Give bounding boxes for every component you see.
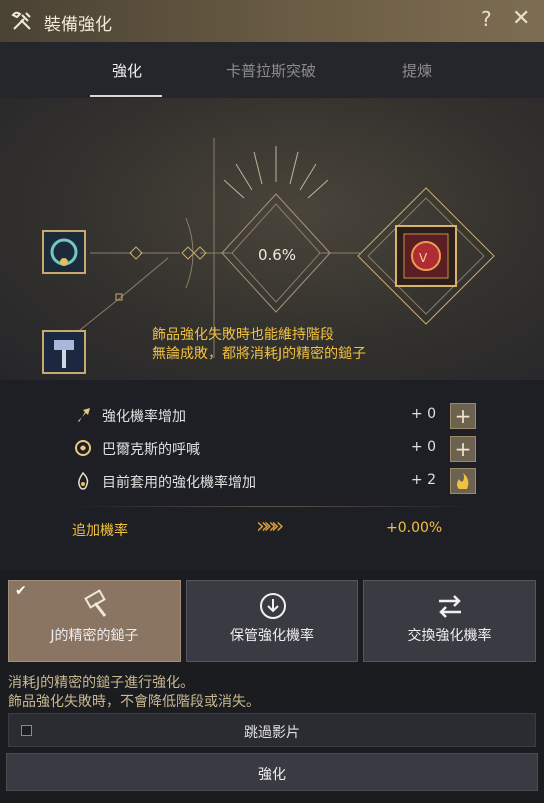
option-store-rate-label: 保管強化機率	[230, 628, 314, 644]
success-rate: 0.6%	[257, 246, 297, 264]
tab-bar: 強化 卡普拉斯突破 提煉	[0, 42, 544, 98]
description-line-1: 消耗J的精密的鎚子進行強化。	[8, 675, 195, 691]
option-store-rate[interactable]: 保管強化機率	[186, 580, 358, 662]
tab-enhance[interactable]: 強化	[112, 60, 142, 81]
option-swap-rate-label: 交換強化機率	[407, 628, 492, 644]
close-button[interactable]: ✕	[512, 6, 530, 31]
bonus-value-applied-increase: + 2	[410, 472, 436, 488]
svg-text:V: V	[419, 251, 428, 265]
tab-caphras-breakthrough[interactable]: 卡普拉斯突破	[226, 60, 316, 81]
add-valks-cry-button[interactable]: +	[450, 436, 476, 462]
option-precise-hammer-label: J的精密的鎚子	[50, 628, 139, 644]
enhance-button[interactable]: 強化	[6, 753, 538, 791]
enhance-button-label: 強化	[258, 767, 286, 783]
hammer-icon	[84, 589, 107, 617]
checkmark-icon: ✔	[15, 583, 27, 599]
enhancement-notice: 飾品強化失敗時也能維持階段 無論成敗，都將消耗J的精密的鎚子	[152, 326, 366, 364]
notice-line-2: 無論成敗，都將消耗J的精密的鎚子	[152, 346, 367, 362]
chevron-right-icon: »»»	[256, 514, 284, 539]
tab-refine[interactable]: 提煉	[402, 60, 432, 81]
flame-icon	[78, 472, 89, 490]
swap-arrows-icon	[439, 595, 461, 618]
stack-icon[interactable]	[450, 468, 476, 494]
bonus-value-valks-cry: + 0	[410, 439, 436, 455]
bonus-label-rate-increase: 強化機率增加	[102, 409, 186, 425]
description-line-2: 飾品強化失敗時，不會降低階段或消失。	[8, 694, 260, 710]
bonus-label-applied-increase: 目前套用的強化機率增加	[102, 475, 256, 491]
download-circle-icon	[260, 593, 286, 619]
option-swap-rate[interactable]: 交換強化機率	[363, 580, 536, 662]
bonus-value-rate-increase: + 0	[410, 406, 436, 422]
total-divider	[70, 506, 476, 507]
bonus-label-valks-cry: 巴爾克斯的呼喊	[102, 442, 200, 458]
total-bonus-label: 追加機率	[72, 523, 128, 539]
necklace-item-icon[interactable]	[42, 230, 86, 274]
crossed-tools-icon	[11, 11, 31, 30]
option-precise-hammer[interactable]: ✔ J的精密的鎚子	[8, 580, 181, 662]
help-button[interactable]: ?	[481, 7, 492, 31]
window-title: 裝備強化	[44, 15, 112, 35]
skip-cutscene-row[interactable]: 跳過影片	[8, 713, 536, 747]
enhancement-stage: V 0.6% 飾品強化失敗時也能維持階段 無論成敗，都將消耗J的精密的鎚子	[0, 98, 544, 380]
arrow-up-icon	[78, 408, 90, 422]
valks-cry-icon	[75, 440, 91, 456]
title-bar: 裝備強化 ? ✕	[0, 0, 544, 42]
skip-cutscene-label: 跳過影片	[244, 725, 300, 741]
notice-line-1: 飾品強化失敗時也能維持階段	[152, 327, 334, 343]
hammer-material-icon[interactable]	[42, 330, 86, 374]
total-bonus-value: +0.00%	[386, 520, 443, 536]
add-rate-increase-button[interactable]: +	[450, 403, 476, 429]
active-tab-indicator	[90, 95, 162, 97]
